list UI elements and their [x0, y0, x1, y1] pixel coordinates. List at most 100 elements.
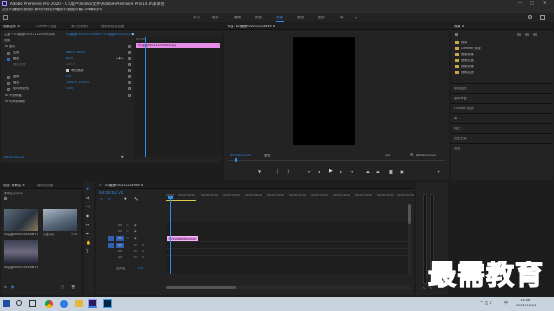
- close-button[interactable]: ✕: [543, 1, 546, 5]
- tab-source[interactable]: 源:(无剪辑): [71, 25, 88, 28]
- premiere-taskbar-icon[interactable]: [88, 299, 97, 308]
- ripple-edit-tool-icon[interactable]: ⊣: [86, 205, 89, 209]
- section-lumetri-color[interactable]: Lumetri 颜色: [454, 107, 474, 110]
- add-marker-icon[interactable]: ▼: [124, 197, 127, 202]
- selection-tool-icon[interactable]: ➤: [86, 187, 89, 191]
- tree-item-lumetri-presets[interactable]: Lumetri 预设: [461, 47, 481, 50]
- menu-edit[interactable]: 编辑(E): [13, 8, 25, 11]
- track-label-v1[interactable]: V1: [118, 237, 122, 240]
- track-label-a1[interactable]: A1: [118, 244, 122, 247]
- workspace-tab-effects[interactable]: 效果: [276, 16, 283, 20]
- reset-icon[interactable]: [128, 94, 131, 97]
- extract-icon[interactable]: ⏏: [376, 170, 380, 174]
- media-thumbnail[interactable]: [4, 240, 38, 264]
- tree-item-audio-effects[interactable]: 音频效果: [461, 53, 474, 56]
- step-back-icon[interactable]: ◂: [318, 170, 320, 174]
- solo-icon[interactable]: S: [142, 244, 144, 247]
- source-patch-v1[interactable]: [108, 236, 114, 241]
- program-video-frame[interactable]: [293, 37, 355, 145]
- time-ruler[interactable]: 00:00 00:00:02:00 00:00:04:00 00:00:06:0…: [166, 190, 414, 202]
- master-value[interactable]: 0.0: [138, 267, 143, 270]
- ec-playhead[interactable]: [145, 37, 146, 157]
- row-anchor-value[interactable]: 1000.0 1500.0: [66, 81, 89, 84]
- reset-icon[interactable]: [128, 45, 131, 48]
- track-label-v2[interactable]: V2: [118, 230, 122, 233]
- section-info[interactable]: 信息: [454, 147, 460, 150]
- track-label-v3[interactable]: V3: [118, 224, 122, 227]
- stopwatch-icon[interactable]: [7, 82, 10, 85]
- photoshop-taskbar-icon[interactable]: [103, 299, 112, 308]
- snap-icon[interactable]: ∩: [100, 197, 103, 202]
- add-button-icon[interactable]: +: [437, 170, 440, 174]
- row-motion-label[interactable]: fx 运动: [5, 45, 15, 48]
- razor-tool-icon[interactable]: ◆: [86, 214, 89, 218]
- timeline-settings-icon[interactable]: 🔧: [134, 197, 138, 202]
- tab-media-browser[interactable]: 媒体浏览器: [37, 184, 53, 187]
- video-clip[interactable]: fx 01画面P2021122: [167, 236, 198, 241]
- timeline-timecode[interactable]: 00:00:02:20: [99, 191, 123, 195]
- tab-lumetri-scopes[interactable]: Lumetri 范围: [36, 25, 56, 28]
- reset-icon[interactable]: [128, 69, 131, 72]
- tab-sequence[interactable]: 01画面P20211224949 ≡: [105, 184, 143, 187]
- mark-in-icon[interactable]: {: [276, 170, 279, 174]
- reset-icon[interactable]: [128, 87, 131, 90]
- tree-item-presets[interactable]: 预设: [461, 41, 467, 44]
- type-tool-icon[interactable]: T: [86, 250, 88, 254]
- mute-icon[interactable]: M: [134, 244, 137, 247]
- menu-sequence[interactable]: 序列(S): [35, 8, 47, 11]
- stopwatch-icon[interactable]: [7, 88, 10, 91]
- section-libraries[interactable]: 库: [454, 117, 457, 120]
- tab-audio-clip-mixer[interactable]: 音频剪辑混合器: [101, 25, 124, 28]
- horizontal-scrollbar[interactable]: [166, 286, 410, 289]
- stopwatch-icon[interactable]: [7, 58, 10, 61]
- browser-icon[interactable]: [60, 300, 68, 308]
- uniform-scale-checkbox[interactable]: [66, 69, 69, 72]
- workspace-tab-graphics[interactable]: 图形: [318, 16, 325, 20]
- clock-time[interactable]: 15:06: [520, 299, 530, 303]
- go-to-in-icon[interactable]: ⇤: [308, 170, 311, 174]
- vertical-scrollbar[interactable]: [408, 204, 411, 274]
- lock-icon[interactable]: ▭: [126, 230, 129, 233]
- lock-icon[interactable]: ▭: [126, 224, 129, 227]
- tab-effects[interactable]: 效果 ≡: [454, 25, 464, 28]
- maximize-workspace-icon[interactable]: [540, 15, 545, 20]
- section-essential-graphics[interactable]: 基本图形: [454, 87, 467, 90]
- track-label-a3[interactable]: A3: [118, 256, 122, 259]
- pen-tool-icon[interactable]: ✒: [86, 232, 89, 236]
- search-icon[interactable]: [528, 15, 532, 19]
- workspace-tab-libraries[interactable]: 库: [340, 16, 344, 20]
- tab-effect-controls[interactable]: 效果控件 ≡: [3, 25, 20, 28]
- tab-program[interactable]: 节目: 01画面P20211224949 ≡: [227, 25, 275, 28]
- close-tab-icon[interactable]: ✕: [99, 183, 102, 187]
- reset-icon[interactable]: [128, 51, 131, 54]
- lock-icon[interactable]: ▭: [126, 237, 129, 240]
- mark-out-icon[interactable]: }: [287, 170, 290, 174]
- track-area[interactable]: fx 01画面P2021122: [166, 222, 410, 274]
- workspace-more-icon[interactable]: »: [355, 16, 357, 20]
- menu-file[interactable]: 文件(F): [2, 8, 13, 11]
- search-taskbar-icon[interactable]: [16, 300, 22, 306]
- workspace-tab-color[interactable]: 颜色: [255, 16, 262, 20]
- reset-icon[interactable]: [128, 81, 131, 84]
- play-clip-icon[interactable]: ▶: [132, 32, 135, 36]
- explorer-icon[interactable]: [75, 300, 83, 307]
- stopwatch-icon[interactable]: [7, 76, 10, 79]
- solo-icon[interactable]: S: [142, 250, 144, 253]
- yuv-icon[interactable]: [533, 33, 537, 36]
- playhead-handle[interactable]: [168, 196, 173, 199]
- track-select-tool-icon[interactable]: ⇉: [86, 196, 89, 200]
- task-view-icon[interactable]: [29, 300, 36, 307]
- icon-view-icon[interactable]: ▦: [11, 285, 14, 290]
- keyframe-nav-icon[interactable]: ◂ ◆ ▸: [116, 57, 123, 60]
- chrome-icon[interactable]: [45, 300, 53, 308]
- maximize-button[interactable]: □: [530, 1, 534, 5]
- compare-view-icon[interactable]: ▣: [400, 170, 404, 174]
- workspace-tab-learn[interactable]: 学习: [193, 16, 200, 20]
- effects-search-icon[interactable]: [455, 33, 458, 36]
- row-rotation-value[interactable]: 0.0: [66, 75, 71, 78]
- mute-icon[interactable]: M: [134, 256, 137, 259]
- timeline-playhead[interactable]: [170, 198, 171, 274]
- solo-button[interactable]: S: [423, 287, 425, 290]
- source-clip-label[interactable]: 主要 * 01画面P20211224949.jpg: [4, 33, 55, 36]
- menu-help[interactable]: 帮助(H): [90, 8, 102, 11]
